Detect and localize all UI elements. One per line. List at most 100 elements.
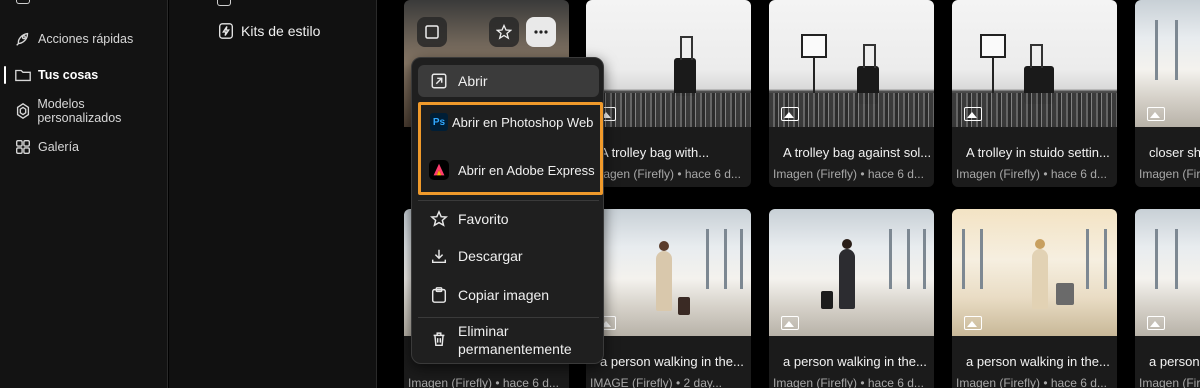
menu-item-favorito[interactable]: Favorito <box>418 203 599 235</box>
download-icon <box>428 245 450 267</box>
nav-item-label: Tus cosas <box>38 68 99 82</box>
select-checkbox[interactable] <box>417 17 447 47</box>
panel-item-label: Kits de estilo <box>241 23 321 39</box>
card-caption: a person walking in the... IMAGE (Firefl… <box>586 336 751 388</box>
card-meta: Imagen (Firefly) • hace 6 d... <box>956 167 1107 181</box>
card-caption: A trolley bag with... Imagen (Firefly) •… <box>586 127 751 187</box>
nav-item-modelos-personalizados[interactable]: Modelos personalizados <box>0 96 168 126</box>
trolley-figure <box>1056 283 1074 305</box>
image-thumbnail[interactable] <box>952 0 1117 127</box>
window-frame <box>907 229 910 289</box>
window-frame <box>1104 229 1107 289</box>
menu-item-descargar[interactable]: Descargar <box>418 240 599 272</box>
menu-item-label: Descargar <box>458 248 523 264</box>
window-frame <box>1175 20 1178 80</box>
more-icon <box>534 30 548 34</box>
open-external-icon <box>428 70 450 92</box>
window-frame <box>923 229 926 289</box>
custom-models-icon <box>12 100 33 122</box>
softbox-figure <box>801 34 827 58</box>
secondary-panel: Kits de estilo <box>169 0 377 388</box>
panel-item-kits-de-estilo[interactable]: Kits de estilo <box>217 18 320 44</box>
card-title: a person walking in the... <box>966 354 1110 369</box>
copy-image-icon <box>428 284 450 306</box>
favorite-button[interactable] <box>489 17 519 47</box>
card-title: closer shot <box>1149 145 1200 160</box>
image-thumbnail[interactable] <box>769 0 934 127</box>
nav-item-label: Acciones rápidas <box>38 32 134 46</box>
panel-top-icon-fragment <box>217 0 231 6</box>
image-thumbnail[interactable] <box>586 0 751 127</box>
menu-item-eliminar-permanentemente[interactable]: Eliminar permanentemente <box>418 320 599 360</box>
window-frame <box>1086 229 1089 289</box>
person-figure <box>1032 239 1048 309</box>
card-title: A trolley in stuido settin... <box>966 145 1110 160</box>
card-caption: a person walking in the... Imagen (Firef… <box>769 336 934 388</box>
card-meta: Imagen (Firefly) • hace 6 d... <box>773 167 924 181</box>
suitcase-figure <box>678 297 690 315</box>
image-type-icon <box>781 107 799 121</box>
menu-item-label: Abrir <box>458 73 488 89</box>
card-caption: a person walking Imagen (Firefly) <box>1135 336 1200 388</box>
menu-item-label: Copiar imagen <box>458 287 550 303</box>
card-title: A trolley bag against sol... <box>783 145 931 160</box>
light-stand <box>813 58 815 98</box>
image-thumbnail[interactable] <box>586 209 751 336</box>
left-nav: Acciones rápidas Tus cosas Modelos perso… <box>0 0 168 388</box>
image-thumbnail[interactable] <box>769 209 934 336</box>
card-caption: A trolley bag against sol... Imagen (Fir… <box>769 127 934 187</box>
person-head <box>659 241 669 251</box>
image-thumbnail[interactable] <box>1135 0 1200 127</box>
window-frame <box>980 229 983 289</box>
image-type-icon <box>781 316 799 330</box>
suitcase-figure <box>674 36 696 96</box>
folder-icon <box>12 64 34 86</box>
image-type-icon <box>964 107 982 121</box>
window-frame <box>1175 229 1178 289</box>
window-frame <box>706 229 709 289</box>
menu-item-copiar-imagen[interactable]: Copiar imagen <box>418 279 599 311</box>
softbox-figure <box>980 34 1006 58</box>
card-caption: A trolley in stuido settin... Imagen (Fi… <box>952 127 1117 187</box>
nav-item-label: Modelos personalizados <box>37 97 122 125</box>
style-kit-icon <box>219 23 233 39</box>
card-meta: IMAGE (Firefly) • 2 day... <box>590 376 722 388</box>
nav-item-galeria[interactable]: Galería <box>0 132 168 162</box>
window-frame <box>1155 229 1158 289</box>
window-frame <box>889 229 892 289</box>
card-title: a person walking in the... <box>783 354 927 369</box>
top-nav-icon-fragment <box>16 0 30 4</box>
image-type-icon <box>1147 107 1165 121</box>
card-meta: Imagen (Firefly) • hace 6 d... <box>408 376 559 388</box>
card-meta: Imagen (Firefly) • hace 6 d... <box>773 376 924 388</box>
card-meta: Imagen (Firefly) <box>1139 376 1200 388</box>
card-title: a person walking <box>1149 354 1200 369</box>
image-type-icon <box>1147 316 1165 330</box>
checkbox-icon <box>425 25 439 39</box>
menu-item-label: Favorito <box>458 211 509 227</box>
person-head <box>842 239 852 249</box>
window-frame <box>724 229 727 289</box>
nav-item-acciones-rapidas[interactable]: Acciones rápidas <box>0 24 168 54</box>
image-thumbnail[interactable] <box>1135 209 1200 336</box>
menu-item-abrir[interactable]: Abrir <box>418 65 599 97</box>
gallery-grid-icon <box>12 136 34 158</box>
star-icon <box>496 24 512 40</box>
window-frame <box>962 229 965 289</box>
card-meta: Imagen (Firefly) <box>1139 167 1200 181</box>
more-options-button[interactable] <box>526 17 556 47</box>
person-head <box>1035 239 1045 249</box>
card-meta: Imagen (Firefly) • hace 6 d... <box>956 376 1107 388</box>
card-caption: closer shot Imagen (Firefly) <box>1135 127 1200 187</box>
person-figure <box>839 239 855 309</box>
card-meta: Imagen (Firefly) • hace 6 d... <box>590 167 741 181</box>
window-frame <box>740 229 743 289</box>
menu-item-label: Eliminar permanentemente <box>458 323 572 357</box>
rocket-icon <box>12 28 34 50</box>
image-thumbnail[interactable] <box>952 209 1117 336</box>
suitcase-figure <box>821 291 833 309</box>
nav-item-tus-cosas[interactable]: Tus cosas <box>0 60 168 90</box>
trash-icon <box>428 328 450 350</box>
card-title: A trolley bag with... <box>600 145 710 160</box>
image-type-icon <box>964 316 982 330</box>
